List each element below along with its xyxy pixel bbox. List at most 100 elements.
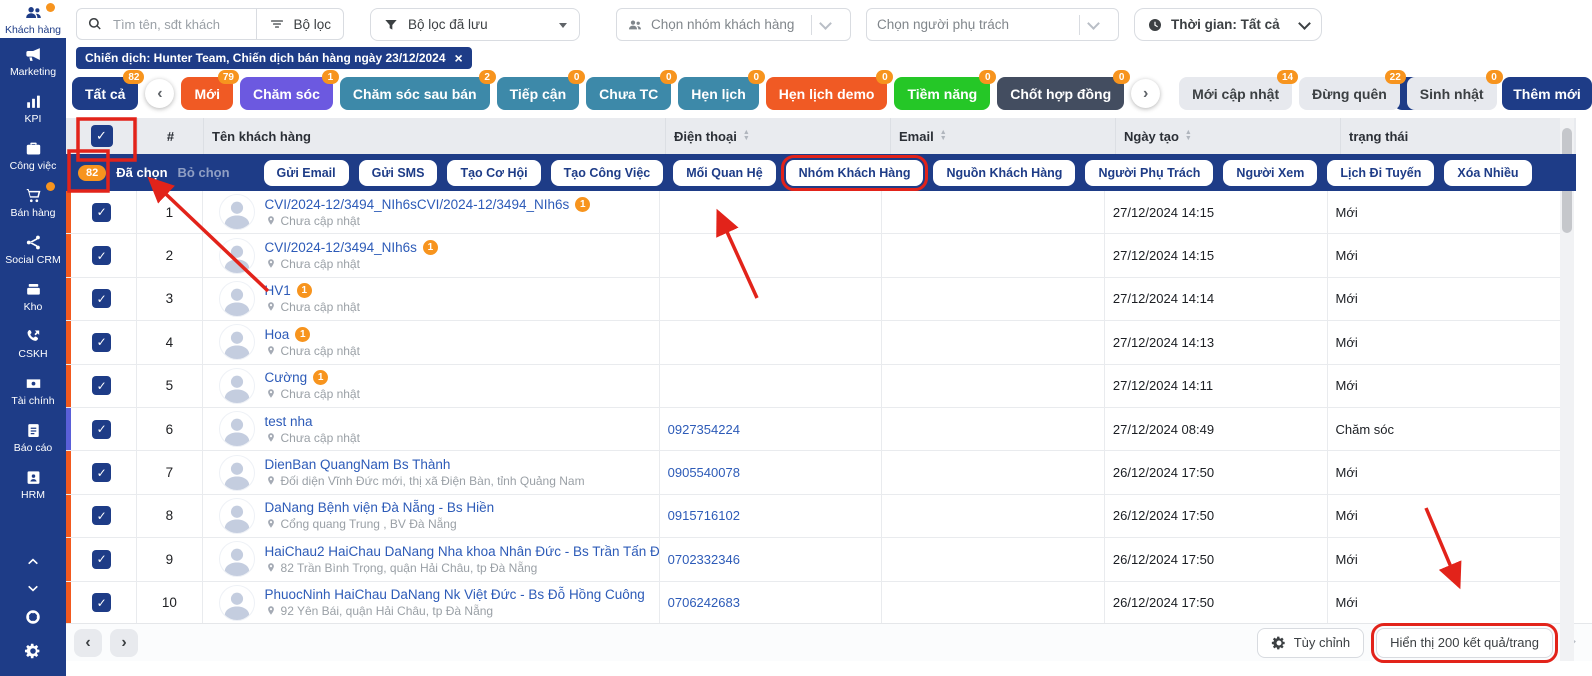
customer-name-link[interactable]: DienBan QuangNam Bs Thành [265,457,451,472]
row-checkbox[interactable]: ✓ [92,376,111,395]
sidebar: Khách hàng Marketing KPICông việcBán hàngS… [0,0,66,676]
sidebar-help-button[interactable] [0,608,66,626]
status-tab-potential[interactable]: Tiềm năng0 [894,77,990,110]
row-checkbox[interactable]: ✓ [92,246,111,265]
status-tab-appointment[interactable]: Hẹn lịch0 [678,77,758,110]
sidebar-collapse-down-button[interactable] [0,580,66,598]
status-tab-deal-closed[interactable]: Chốt hợp đồng0 [997,77,1124,110]
sidebar-item-marketing[interactable]: Marketing [0,38,66,85]
assignee-select[interactable]: Chọn người phụ trách [866,8,1119,41]
phone-link[interactable]: 0915716102 [668,508,740,523]
customer-name-link[interactable]: PhuocNinh HaiChau DaNang Nk Việt Đức - B… [265,587,645,602]
sidebar-item-finance[interactable]: Tài chính [0,367,66,414]
sort-icon[interactable]: ▲▼ [940,130,947,142]
bulk-action-send-sms-button[interactable]: Gửi SMS [359,160,438,186]
sidebar-item-label: Marketing [10,67,56,78]
row-checkbox[interactable]: ✓ [92,506,111,525]
avatar [219,585,255,621]
column-header-status: trạng thái [1340,118,1576,154]
next-page-button[interactable]: › [110,629,138,657]
customer-name-link[interactable]: CVI/2024-12/3494_NIh6sCVI/2024-12/3494_N… [265,197,570,212]
sidebar-item-reports[interactable]: Báo cáo [0,414,66,461]
tab-scroll-right-button[interactable]: › [1131,79,1160,108]
bulk-action-send-email-button[interactable]: Gửi Email [264,160,349,186]
bulk-action-viewer-button[interactable]: Người Xem [1223,160,1317,186]
phone-link[interactable]: 0927354224 [668,422,740,437]
sidebar-item-kpi[interactable]: KPI [0,85,66,132]
customer-name-link[interactable]: CVI/2024-12/3494_NIh6s [265,240,417,255]
status-tab-new[interactable]: Mới79 [181,77,233,110]
bulk-action-create-task-button[interactable]: Tạo Công Việc [551,160,664,186]
status-tab-not-reached[interactable]: Chưa TC0 [586,77,671,110]
status-stripe [66,538,71,580]
time-filter-dropdown[interactable]: Thời gian: Tất cả [1134,8,1322,41]
customer-name-link[interactable]: test nha [265,414,313,429]
status-tab-care[interactable]: Chăm sóc1 [240,77,333,110]
sidebar-item-cskh[interactable]: CSKH [0,320,66,367]
support-phone-icon [24,327,43,346]
page-size-button[interactable]: Hiển thị 200 kết quả/trang [1376,628,1553,658]
filter-tab-recently-updated[interactable]: Mới cập nhật14 [1179,77,1292,110]
sidebar-collapse-up-button[interactable] [0,552,66,570]
campaign-tag-close-icon[interactable]: × [455,50,463,66]
phone-link[interactable]: 0706242683 [668,595,740,610]
search-box[interactable] [77,16,256,33]
customer-name-link[interactable]: HV1 [265,283,291,298]
customer-name-link[interactable]: DaNang Bệnh viện Đà Nẵng - Bs Hiền [265,500,495,515]
status-tab-approach[interactable]: Tiếp cận0 [497,77,580,110]
row-checkbox[interactable]: ✓ [92,550,111,569]
sidebar-item-label: Báo cáo [14,443,53,454]
sidebar-item-sales[interactable]: Bán hàng [0,179,66,226]
status-tab-all[interactable]: Tất cả82 [72,77,138,110]
saved-filter-dropdown[interactable]: Bộ lọc đã lưu [370,8,580,41]
row-checkbox[interactable]: ✓ [92,333,111,352]
sidebar-item-tasks[interactable]: Công việc [0,132,66,179]
sidebar-item-social-crm[interactable]: Social CRM [0,226,66,273]
add-new-button[interactable]: Thêm mới [1502,77,1592,110]
sort-icon[interactable]: ▲▼ [743,130,750,142]
customer-cell: HV11Chưa cập nhật [202,278,659,320]
bulk-action-customer-group-button[interactable]: Nhóm Khách Hàng [786,160,924,186]
search-input[interactable] [111,16,225,33]
bulk-action-bulk-delete-button[interactable]: Xóa Nhiều [1444,160,1531,186]
phone-link[interactable]: 0702332346 [668,552,740,567]
row-checkbox[interactable]: ✓ [92,420,111,439]
sidebar-settings-button[interactable] [0,642,66,660]
status-tab-demo-appointment[interactable]: Hẹn lịch demo0 [766,77,888,110]
customer-name-link[interactable]: Cường [265,370,308,385]
notification-dot [46,3,55,12]
filter-button[interactable]: Bộ lọc [257,16,343,32]
status-tab-after-sales-care[interactable]: Chăm sóc sau bán2 [340,77,490,110]
row-checkbox[interactable]: ✓ [92,289,111,308]
created-date-cell: 26/12/2024 17:50 [1104,582,1327,624]
prev-page-button[interactable]: ‹ [74,629,102,657]
customer-name-link[interactable]: HaiChau2 HaiChau DaNang Nha khoa Nhân Đứ… [265,544,659,559]
sidebar-item-hrm[interactable]: HRM [0,461,66,508]
deselect-button[interactable]: Bỏ chọn [178,165,230,180]
row-checkbox[interactable]: ✓ [92,463,111,482]
customer-name-link[interactable]: Hoa [265,327,290,342]
phone-link[interactable]: 0905540078 [668,465,740,480]
sidebar-item-warehouse[interactable]: Kho [0,273,66,320]
customer-count-badge: 1 [313,370,328,385]
created-date-cell: 27/12/2024 14:14 [1104,278,1327,320]
tab-scroll-left-button[interactable]: ‹ [145,79,174,108]
row-checkbox[interactable]: ✓ [92,203,111,222]
table-row: ✓10PhuocNinh HaiChau DaNang Nk Việt Đức … [66,582,1560,625]
customer-group-select[interactable]: Chọn nhóm khách hàng [616,8,851,41]
select-all-checkbox[interactable]: ✓ [91,125,113,147]
filter-tab-birthday[interactable]: Sinh nhật0 [1407,77,1497,110]
sort-icon[interactable]: ▲▼ [1185,130,1192,142]
filter-tab-dont-forget[interactable]: Đừng quên22 [1299,77,1400,110]
bulk-action-create-opportunity-button[interactable]: Tạo Cơ Hội [447,160,540,186]
bulk-action-relationship-button[interactable]: Mối Quan Hệ [673,160,775,186]
bulk-action-assignee-button[interactable]: Người Phụ Trách [1085,160,1213,186]
bulk-action-customer-source-button[interactable]: Nguồn Khách Hàng [933,160,1075,186]
customize-columns-button[interactable]: Tùy chỉnh [1257,628,1364,658]
row-index: 6 [136,408,201,450]
hrm-icon [24,468,43,487]
bulk-action-route-schedule-button[interactable]: Lịch Đi Tuyến [1327,160,1434,186]
chevron-down-icon [1298,17,1311,30]
sidebar-item-customers[interactable]: Khách hàng [0,0,66,38]
row-checkbox[interactable]: ✓ [92,593,111,612]
